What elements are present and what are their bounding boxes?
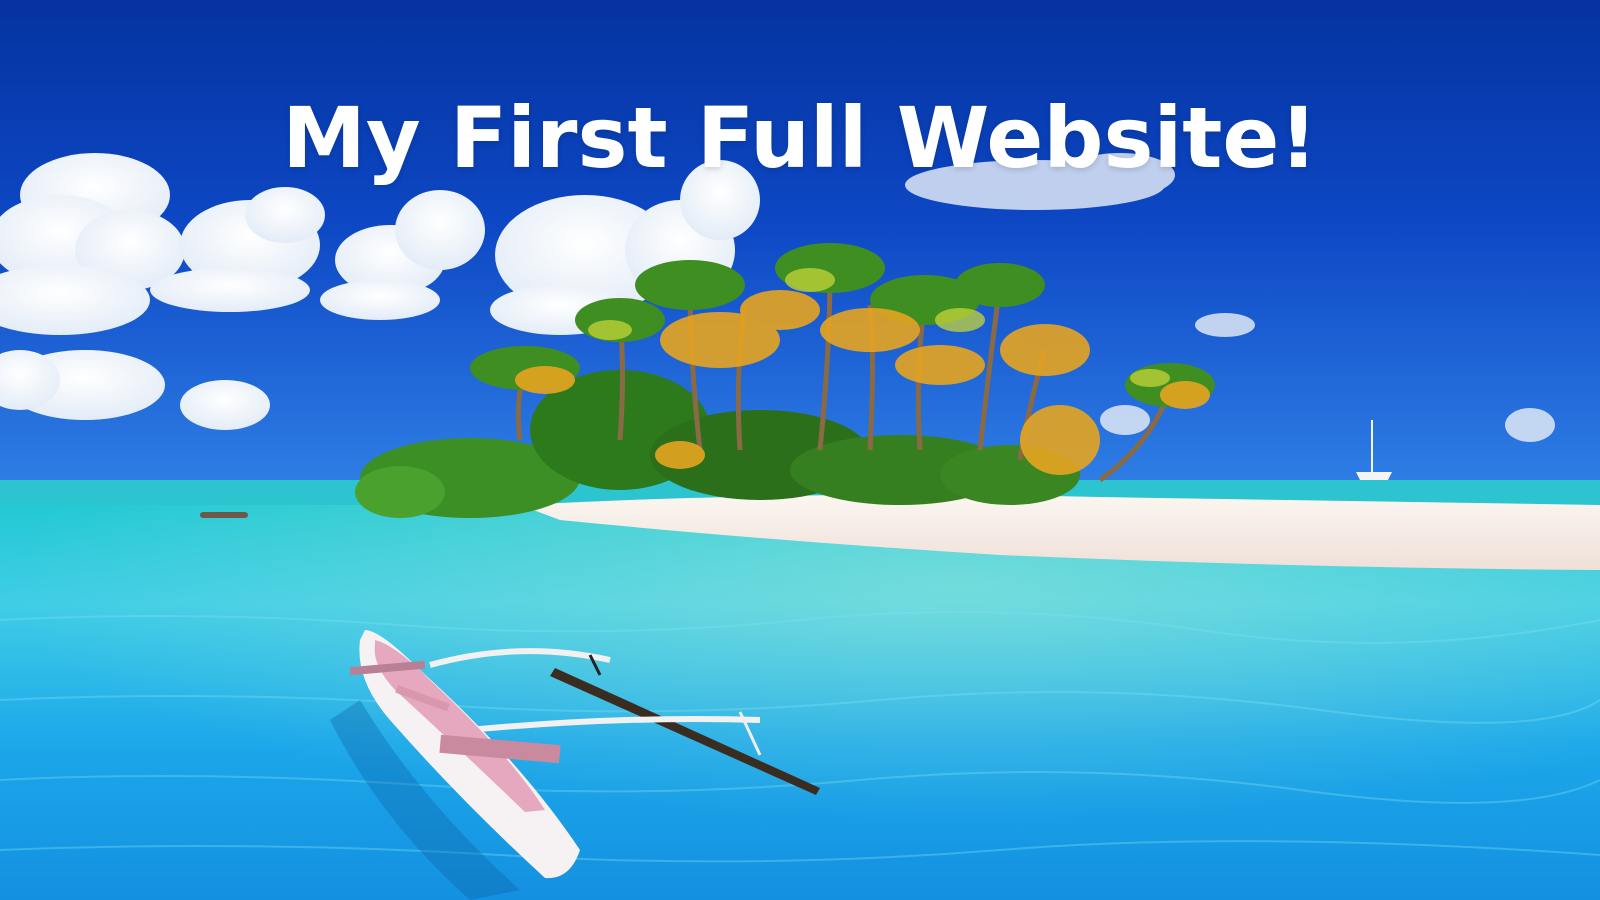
hero-title: My First Full Website! [282,89,1318,187]
hero-banner: My First Full Website! [0,0,1600,900]
